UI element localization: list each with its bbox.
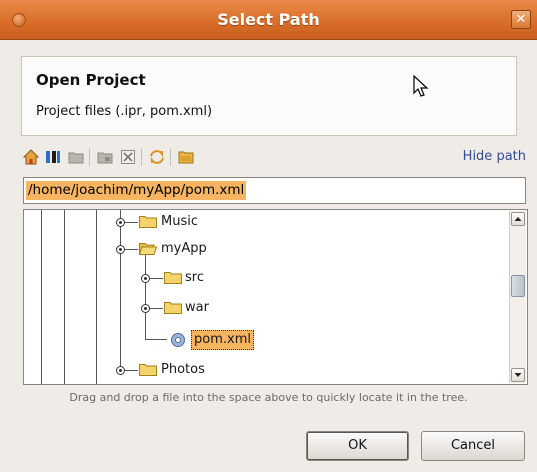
home-icon[interactable] [22, 148, 40, 166]
dialog-header: Open Project Project files (.ipr, pom.xm… [21, 56, 517, 136]
intellij-project-icon[interactable] [44, 148, 62, 166]
toolbar: Hide path [22, 146, 526, 170]
new-folder-icon[interactable] [67, 148, 85, 166]
expand-icon[interactable] [116, 218, 125, 227]
toolbar-separator [141, 148, 142, 166]
delete-icon[interactable] [119, 148, 137, 166]
refresh-icon[interactable] [148, 148, 166, 166]
folder-icon [139, 216, 157, 228]
tree-item-label: Music [161, 214, 198, 229]
toolbar-separator [170, 148, 171, 166]
scroll-thumb[interactable] [511, 275, 525, 297]
tree-item-photos[interactable]: Photos [24, 360, 504, 380]
mouse-cursor-icon [413, 75, 429, 97]
tree-scrollbar[interactable] [509, 211, 526, 383]
path-input[interactable]: /home/joachim/myApp/pom.xml [23, 177, 526, 204]
arrow-down-icon [514, 373, 522, 377]
header-title: Open Project [36, 71, 146, 89]
expand-icon[interactable] [141, 274, 150, 283]
tree-branch-line [145, 339, 167, 340]
scroll-up-button[interactable] [511, 212, 525, 226]
toolbar-separator [89, 148, 90, 166]
collapse-icon[interactable] [116, 245, 125, 254]
tree-item-myapp[interactable]: myApp [24, 239, 504, 259]
tree-item-label: Photos [161, 362, 205, 377]
title-bar: Select Path ✕ [0, 0, 537, 40]
tree-item-label: pom.xml [191, 330, 254, 350]
hide-path-link[interactable]: Hide path [463, 149, 526, 164]
show-hidden-icon[interactable] [177, 148, 195, 166]
tree-item-music[interactable]: Music [24, 212, 504, 232]
tree-item-label: war [185, 300, 209, 315]
file-tree[interactable]: Music myApp src war pom.xml Photos [23, 209, 528, 385]
open-folder-icon [139, 243, 157, 255]
expand-icon[interactable] [116, 366, 125, 375]
header-subtitle: Project files (.ipr, pom.xml) [36, 104, 213, 119]
ok-button[interactable]: OK [306, 431, 409, 461]
arrow-up-icon [514, 217, 522, 221]
folder-icon [164, 272, 182, 284]
gear-icon [171, 333, 185, 347]
folder-icon [139, 364, 157, 376]
window-title: Select Path [217, 10, 320, 29]
drag-drop-hint: Drag and drop a file into the space abov… [69, 391, 468, 404]
expand-icon[interactable] [141, 304, 150, 313]
close-button[interactable]: ✕ [511, 10, 531, 29]
tree-item-label: myApp [161, 241, 207, 256]
tree-item-war[interactable]: war [24, 298, 504, 318]
tree-item-label: src [185, 270, 204, 285]
path-input-value: /home/joachim/myApp/pom.xml [26, 181, 247, 200]
tree-item-pom-xml[interactable]: pom.xml [24, 330, 504, 350]
scroll-down-button[interactable] [511, 368, 525, 382]
folder-icon [164, 302, 182, 314]
delete-folder-icon[interactable] [96, 148, 114, 166]
tree-item-src[interactable]: src [24, 268, 504, 288]
cancel-button[interactable]: Cancel [421, 431, 525, 461]
